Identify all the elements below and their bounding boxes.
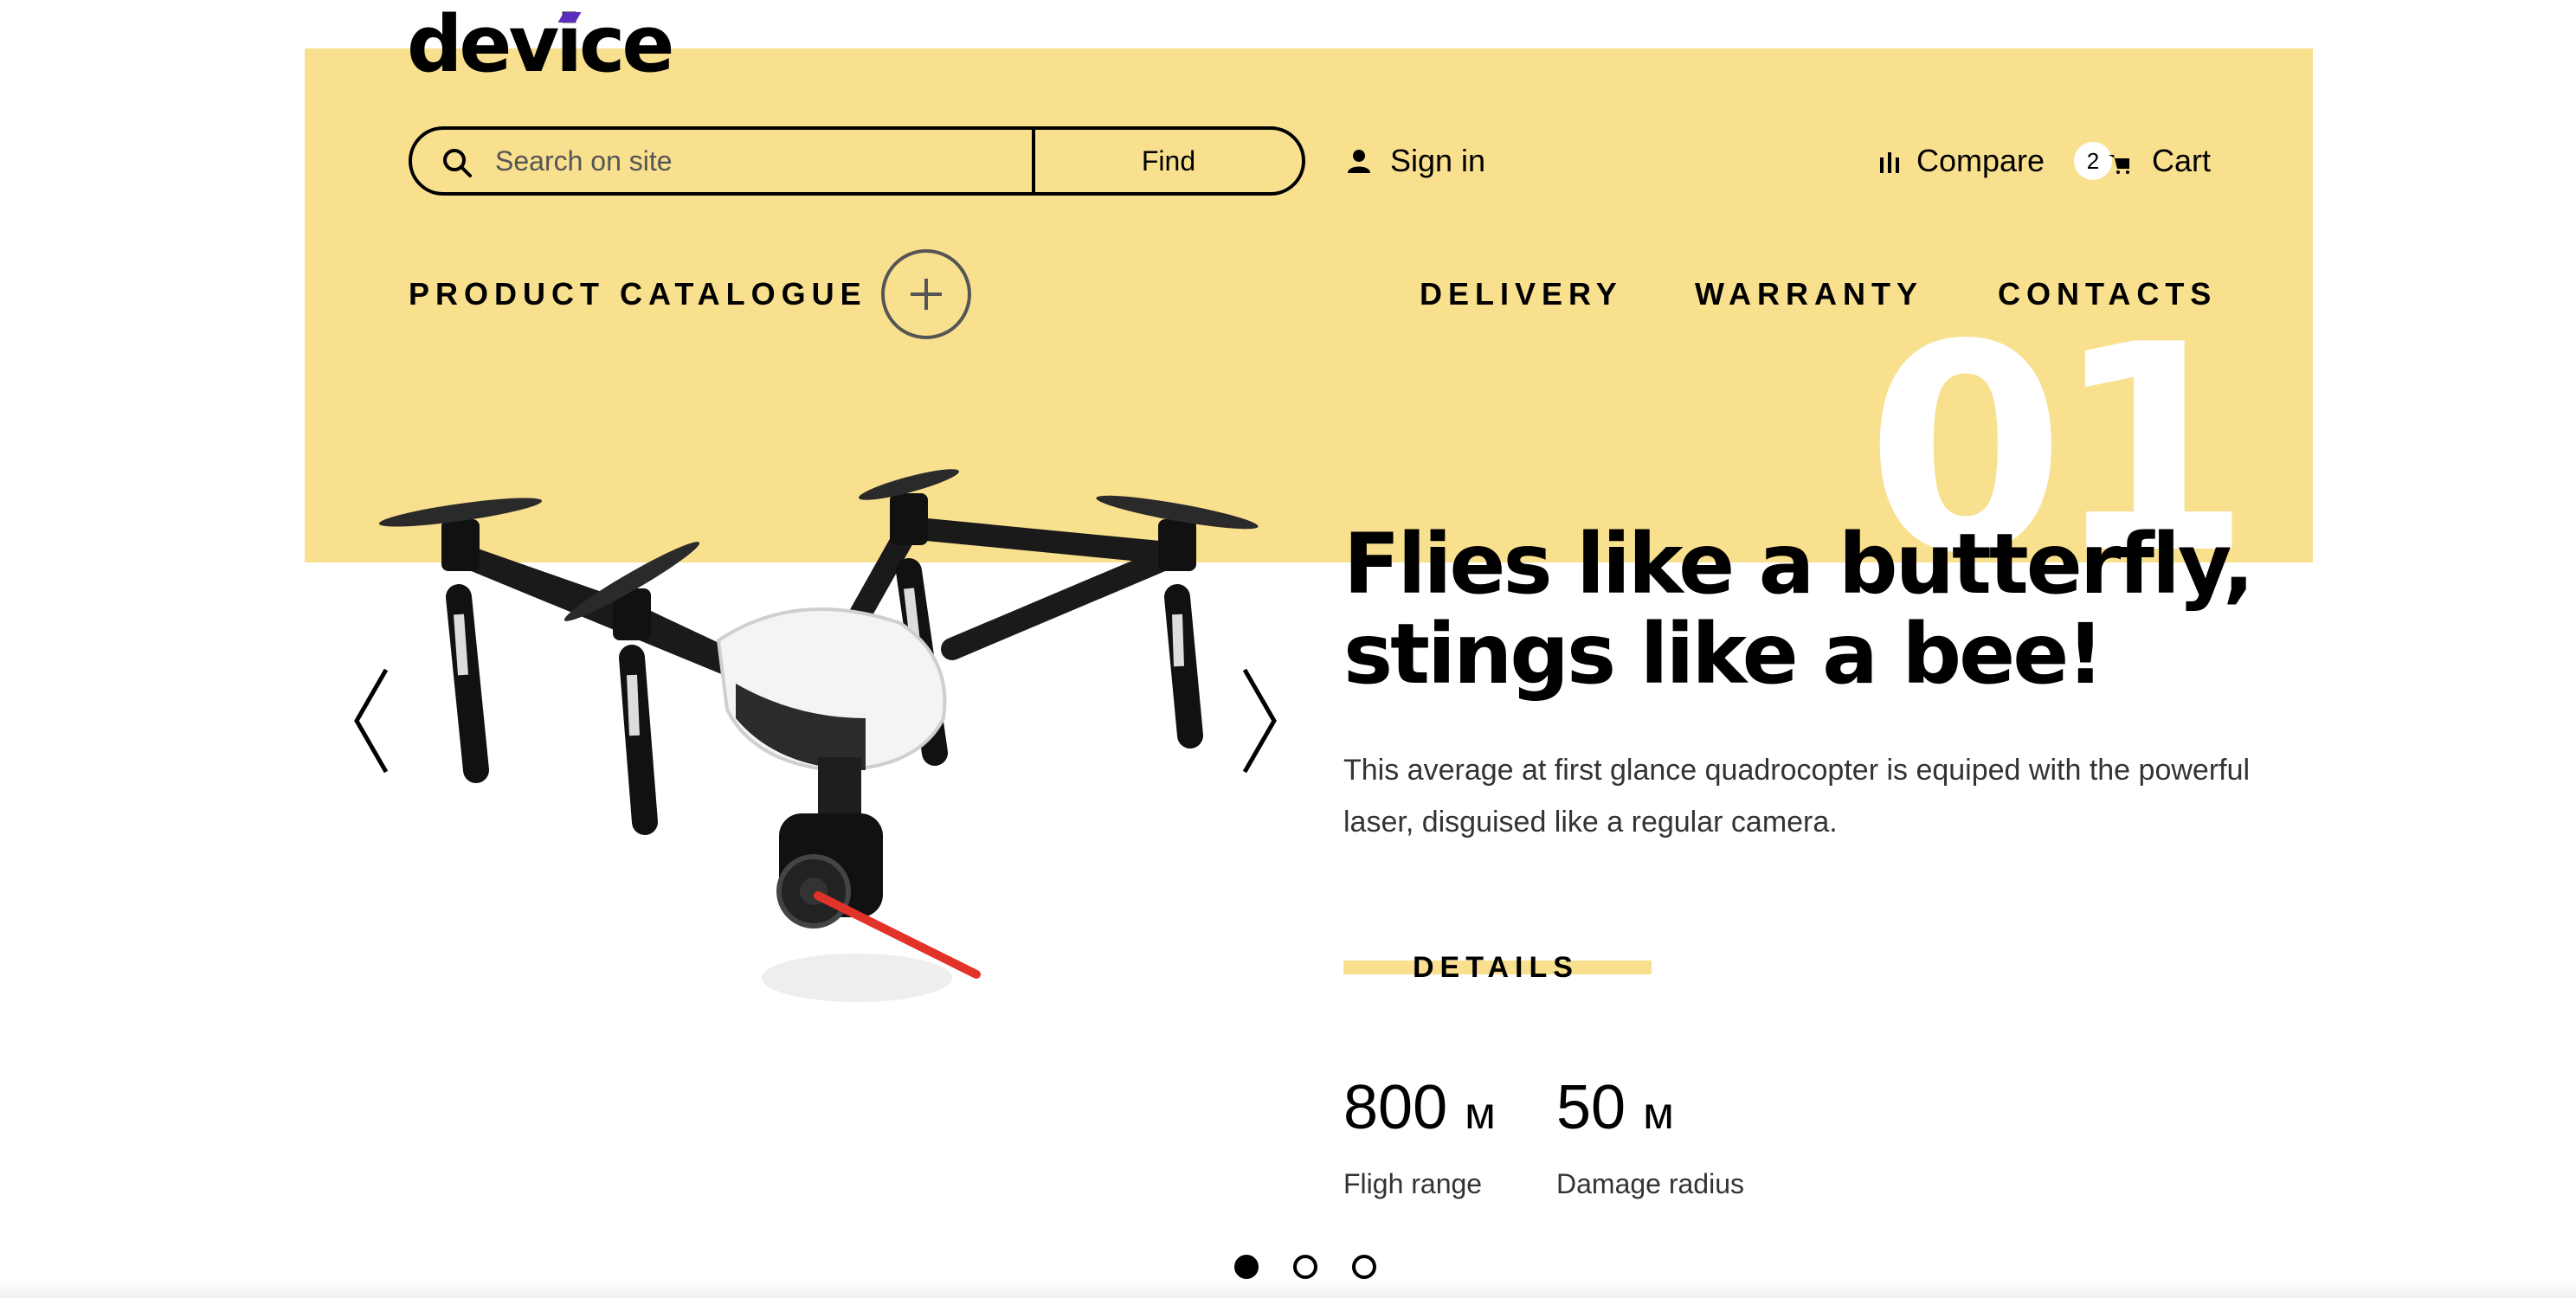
chevron-left-icon[interactable] [351, 666, 395, 775]
sign-in-link[interactable]: Sign in [1347, 142, 1485, 180]
slide-dot-2[interactable] [1293, 1255, 1317, 1279]
stat-value-number: 50 [1556, 1073, 1626, 1142]
stat-damage-radius-label: Damage radius [1556, 1168, 1744, 1199]
slide-title-line-1: Flies like a butterfly, [1343, 516, 2254, 613]
slide-description: This average at first glance quadrocopte… [1343, 754, 2251, 839]
stat-value-unit: м [1465, 1089, 1496, 1139]
search-input[interactable] [495, 130, 1006, 192]
chevron-right-icon[interactable] [1236, 666, 1279, 775]
details-link[interactable]: DETAILS [1413, 950, 1579, 985]
cart-icon [2109, 155, 2129, 174]
stat-damage-radius-value: 50 м [1556, 1073, 1674, 1148]
slide-dot-3[interactable] [1352, 1255, 1376, 1279]
compare-label: Compare [1916, 143, 2045, 178]
stat-flight-range-value: 800 м [1343, 1073, 1496, 1148]
product-catalogue-link[interactable]: PRODUCT CATALOGUE [409, 275, 867, 313]
sign-in-label: Sign in [1390, 143, 1486, 178]
cart-label: Cart [2152, 143, 2212, 178]
logo[interactable]: device [407, 3, 674, 87]
slide-dot-1[interactable] [1234, 1255, 1259, 1279]
compare-link[interactable]: Compare [1878, 142, 2045, 180]
compare-icon [1880, 152, 1899, 173]
slide-title: Flies like a butterfly, stings like a be… [1343, 519, 2296, 699]
find-button[interactable]: Find [1032, 130, 1302, 192]
cart-link[interactable]: 2 Cart [2074, 140, 2211, 182]
drone-image [378, 469, 1259, 1002]
stat-flight-range-label: Fligh range [1343, 1168, 1483, 1199]
nav-delivery[interactable]: DELIVERY [1420, 275, 1623, 313]
search-icon [443, 149, 472, 177]
slide-title-line-2: stings like a bee! [1343, 606, 2104, 703]
stat-value-unit: м [1643, 1089, 1674, 1139]
page-bottom-edge [0, 1279, 2576, 1298]
user-icon [1348, 150, 1370, 173]
page: device Find Sign in Compare 2 C [0, 0, 2576, 1298]
plus-icon[interactable] [881, 249, 971, 339]
search-form: Find [409, 126, 1305, 196]
stat-value-number: 800 [1343, 1073, 1448, 1142]
